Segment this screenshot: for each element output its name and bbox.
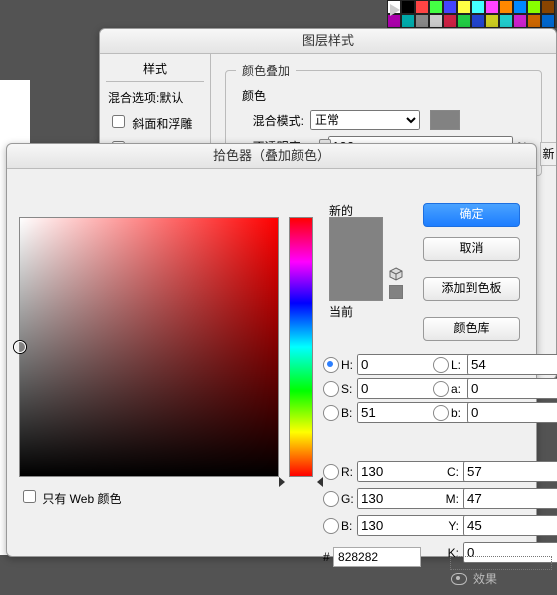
- hex-prefix: #: [323, 550, 330, 564]
- style-bevel-emboss[interactable]: 斜面和浮雕: [106, 109, 204, 135]
- label-c: C:: [443, 465, 459, 479]
- layers-effects-row[interactable]: 效果: [451, 570, 497, 587]
- hue-thumb[interactable]: [285, 472, 317, 482]
- add-to-swatches-button[interactable]: 添加到色板: [423, 277, 520, 301]
- swatch[interactable]: [527, 14, 541, 28]
- radio-g[interactable]: [323, 491, 339, 507]
- swatch[interactable]: [415, 0, 429, 14]
- web-only-checkbox[interactable]: [23, 490, 36, 503]
- radio-s[interactable]: [323, 381, 339, 397]
- saturation-value-field[interactable]: [19, 217, 279, 477]
- blend-mode-label: 混合模式:: [236, 112, 304, 129]
- label-y: Y:: [443, 519, 459, 533]
- swatch[interactable]: [541, 0, 555, 14]
- label-s: S:: [341, 382, 357, 396]
- swatches-panel: [387, 0, 557, 28]
- input-c[interactable]: [463, 461, 557, 482]
- radio-a[interactable]: [433, 381, 449, 397]
- input-b-lab[interactable]: [467, 402, 557, 423]
- radio-h[interactable]: [323, 357, 339, 373]
- swatch[interactable]: [429, 0, 443, 14]
- swatch[interactable]: [387, 14, 401, 28]
- color-preview: [329, 217, 383, 301]
- swatch[interactable]: [471, 0, 485, 14]
- hue-slider[interactable]: [289, 217, 313, 477]
- current-color-label: 当前: [329, 303, 353, 320]
- current-color-swatch[interactable]: [330, 259, 382, 300]
- hex-input[interactable]: [333, 547, 421, 567]
- label-r: R:: [341, 465, 357, 479]
- input-y[interactable]: [463, 515, 557, 536]
- swatch[interactable]: [457, 0, 471, 14]
- label-b-rgb: B:: [341, 519, 357, 533]
- label-m: M:: [443, 492, 459, 506]
- layers-effects-row-outline: [450, 556, 552, 570]
- layer-style-title: 图层样式: [100, 29, 556, 54]
- style-list-header: 样式: [106, 60, 204, 82]
- bevel-checkbox[interactable]: [112, 115, 125, 128]
- swatch[interactable]: [527, 0, 541, 14]
- panel-flyout-icon[interactable]: [390, 4, 400, 16]
- new-color-swatch: [330, 218, 382, 259]
- label-g: G:: [341, 492, 357, 506]
- ok-button[interactable]: 确定: [423, 203, 520, 227]
- swatch[interactable]: [499, 14, 513, 28]
- swatch[interactable]: [415, 14, 429, 28]
- swatch[interactable]: [541, 14, 555, 28]
- swatch[interactable]: [401, 14, 415, 28]
- effects-label: 效果: [473, 570, 497, 587]
- sv-cursor[interactable]: [14, 341, 26, 353]
- swatch[interactable]: [429, 14, 443, 28]
- picker-title: 拾色器（叠加颜色）: [7, 144, 536, 169]
- swatch[interactable]: [513, 14, 527, 28]
- swatch[interactable]: [443, 0, 457, 14]
- label-h: H:: [341, 358, 357, 372]
- radio-r[interactable]: [323, 464, 339, 480]
- radio-l[interactable]: [433, 357, 449, 373]
- color-libraries-button[interactable]: 颜色库: [423, 317, 520, 341]
- visibility-eye-icon[interactable]: [451, 573, 467, 585]
- swatch[interactable]: [471, 14, 485, 28]
- web-only-checkbox-row[interactable]: 只有 Web 颜色: [19, 487, 121, 507]
- blend-options-default[interactable]: 混合选项:默认: [106, 86, 204, 109]
- swatch[interactable]: [513, 0, 527, 14]
- label-b-lab: b:: [451, 406, 467, 420]
- label-l: L:: [451, 358, 467, 372]
- color-picker-dialog: 拾色器（叠加颜色） 新的 当前 确定 取消 添加到色板 颜色库 H:: [6, 143, 537, 557]
- radio-b-rgb[interactable]: [323, 518, 339, 534]
- web-only-label: 只有 Web 颜色: [42, 492, 121, 506]
- input-m[interactable]: [463, 488, 557, 509]
- input-l[interactable]: [467, 354, 557, 375]
- swatch[interactable]: [457, 14, 471, 28]
- cancel-button[interactable]: 取消: [423, 237, 520, 261]
- group-sublabel: 颜色: [242, 87, 531, 104]
- input-a[interactable]: [467, 378, 557, 399]
- radio-b-hsb[interactable]: [323, 405, 339, 421]
- swatch[interactable]: [485, 0, 499, 14]
- swatch[interactable]: [499, 0, 513, 14]
- label-b-hsb: B:: [341, 406, 357, 420]
- label-a: a:: [451, 382, 467, 396]
- color-overlay-legend: 颜色叠加: [236, 62, 296, 79]
- nearest-websafe-swatch[interactable]: [389, 285, 403, 299]
- new-style-button-fragment[interactable]: 新: [540, 142, 556, 166]
- blend-mode-select[interactable]: 正常: [310, 110, 420, 130]
- overlay-color-swatch[interactable]: [430, 110, 460, 130]
- swatch[interactable]: [401, 0, 415, 14]
- swatch[interactable]: [485, 14, 499, 28]
- swatch[interactable]: [443, 14, 457, 28]
- radio-b-lab[interactable]: [433, 405, 449, 421]
- cube-icon[interactable]: [389, 267, 403, 281]
